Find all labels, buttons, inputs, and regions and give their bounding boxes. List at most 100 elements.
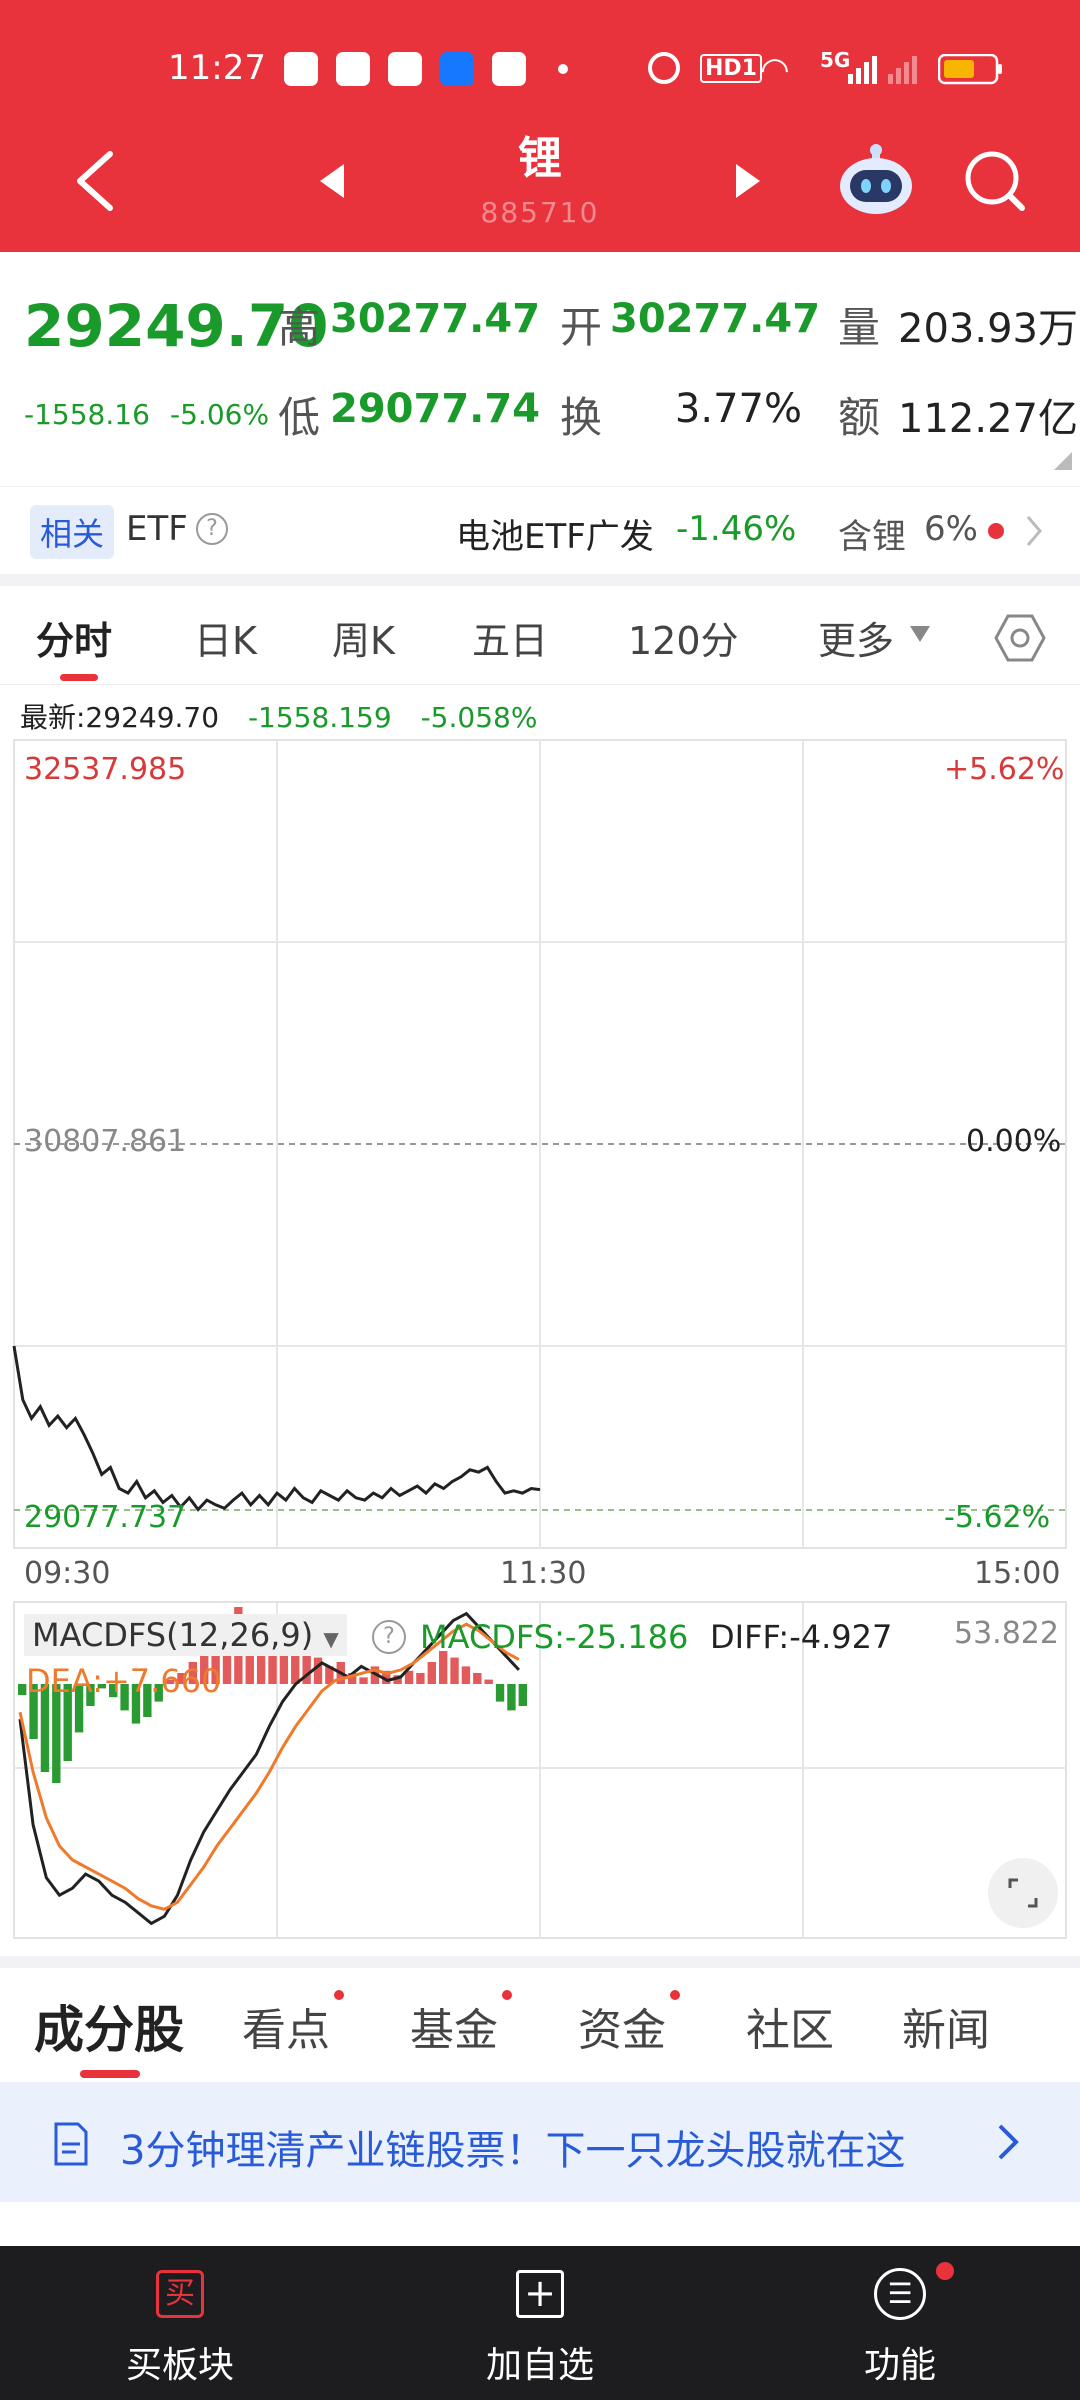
tab-funds[interactable]: 基金: [410, 1994, 498, 2058]
related-tag: 相关: [30, 505, 115, 559]
macd-bar: [507, 1684, 516, 1711]
section-separator: [0, 574, 1080, 586]
buy-icon: 买: [156, 2270, 204, 2318]
add-icon: +: [516, 2270, 564, 2318]
latest-change-pct: -5.058%: [420, 701, 538, 734]
functions-badge: [936, 2262, 954, 2280]
red-dot-icon: [988, 523, 1004, 539]
macd-bar: [495, 1684, 505, 1702]
macd-bar: [416, 1673, 425, 1684]
promo-banner[interactable]: 3分钟理清产业链股票！下一只龙头股就在这: [0, 2082, 1080, 2202]
volume-value: 203.93万: [898, 306, 1078, 352]
x-start-label: 09:30: [24, 1556, 111, 1591]
low-label: 低: [278, 393, 321, 442]
more-dropdown-icon[interactable]: [908, 624, 932, 644]
help-icon[interactable]: ?: [196, 513, 228, 545]
tab-five-day[interactable]: 五日: [472, 610, 548, 665]
next-arrow-icon[interactable]: [732, 162, 762, 200]
status-time: 11:27: [168, 48, 266, 88]
tab-120min[interactable]: 120分: [628, 610, 739, 665]
high-value: 30277.47: [330, 296, 541, 342]
buy-sector-label: 买板块: [125, 2345, 234, 2386]
add-watchlist-label: 加自选: [485, 2345, 594, 2386]
related-etf-row[interactable]: 相关 ETF ? 电池ETF广发 -1.46% 含锂 6%: [0, 486, 1080, 572]
macd-bar: [450, 1657, 459, 1684]
open-label: 开: [560, 303, 603, 352]
macd-bar: [484, 1679, 493, 1684]
add-watchlist-button[interactable]: + 加自选: [440, 2246, 640, 2400]
tab-more[interactable]: 更多: [818, 610, 894, 665]
etf-name: 电池ETF广发: [456, 517, 654, 557]
pct-max-label: +5.62%: [944, 752, 1065, 787]
fullscreen-button[interactable]: [988, 1858, 1058, 1928]
macd-bar: [427, 1662, 436, 1684]
banner-text: 3分钟理清产业链股票！下一只龙头股就在这: [120, 2128, 906, 2174]
functions-button[interactable]: ☰ 功能: [800, 2246, 1000, 2400]
browser-icon: [336, 52, 370, 86]
banner-chevron-icon: [998, 2124, 1019, 2160]
macd-top-label: 53.822: [954, 1616, 1059, 1651]
macdfs-legend: MACDFS:-25.186: [420, 1618, 689, 1656]
holding-label: 含锂: [838, 517, 906, 557]
amount-label: 额: [838, 393, 881, 442]
header-bar: 11:27 HD1 ◠ 5G 锂 885710: [0, 0, 1080, 252]
tab-highlights[interactable]: 看点: [242, 1994, 330, 2058]
tab-news[interactable]: 新闻: [902, 1994, 990, 2058]
functions-label: 功能: [863, 2345, 936, 2386]
tab-capital[interactable]: 资金: [578, 1994, 666, 2058]
latest-label: 最新:29249.70: [20, 701, 220, 734]
page-title: 锂: [518, 133, 562, 184]
search-icon[interactable]: [962, 148, 1028, 216]
volume-label: 量: [838, 303, 881, 352]
tab-daily-k[interactable]: 日K: [194, 610, 257, 665]
toutiao-icon: [284, 52, 318, 86]
tab-constituents[interactable]: 成分股: [34, 1990, 184, 2062]
chevron-right-icon[interactable]: [1024, 515, 1044, 547]
price-change-pct: -5.06%: [170, 398, 270, 431]
robot-assistant-icon[interactable]: [836, 142, 916, 218]
open-value: 30277.47: [610, 296, 821, 342]
battery-icon: [938, 54, 1002, 85]
alipay-icon: [440, 52, 474, 86]
signal-icon: [848, 56, 917, 84]
fullscreen-icon: [1008, 1878, 1038, 1908]
macd-help-icon[interactable]: ?: [372, 1620, 406, 1654]
tab-intraday[interactable]: 分时: [36, 610, 112, 665]
more-notifications-icon: [558, 64, 568, 74]
capital-badge: [670, 1990, 680, 2000]
funds-badge: [502, 1990, 512, 2000]
x-mid-label: 11:30: [500, 1556, 587, 1591]
high-label: 高: [278, 303, 321, 352]
home-app-icon: [388, 52, 422, 86]
bottom-nav: 买 买板块 + 加自选 ☰ 功能: [0, 2246, 1080, 2400]
y-min-label: 29077.737: [24, 1500, 187, 1535]
section-separator-2: [0, 1956, 1080, 1968]
hd-icon: HD1: [700, 54, 762, 83]
macd-title: MACDFS(12,26,9): [32, 1616, 314, 1654]
diff-legend: DIFF:-4.927: [710, 1618, 893, 1656]
turnover-label: 换: [560, 393, 603, 442]
highlights-badge: [334, 1990, 344, 2000]
x-end-label: 15:00: [974, 1556, 1061, 1591]
turnover-value: 3.77%: [674, 386, 802, 432]
tab-community[interactable]: 社区: [746, 1994, 834, 2058]
macd-bar: [313, 1657, 323, 1684]
app-root: 11:27 HD1 ◠ 5G 锂 885710 29249.70 -1558.1…: [0, 0, 1080, 2400]
video-app-icon: [492, 52, 526, 86]
y-max-label: 32537.985: [24, 752, 187, 787]
expand-corner-icon[interactable]: [1054, 452, 1072, 470]
wifi-icon: ◠: [760, 50, 790, 90]
macd-selector[interactable]: MACDFS(12,26,9) ▼: [24, 1614, 347, 1656]
amount-value: 112.27亿: [898, 396, 1078, 442]
price-change: -1558.16: [24, 398, 150, 431]
macd-bar: [359, 1677, 368, 1684]
buy-sector-button[interactable]: 买 买板块: [80, 2246, 280, 2400]
etf-change: -1.46%: [676, 509, 797, 549]
active-tab-indicator: [60, 674, 98, 681]
macd-bar: [473, 1673, 482, 1684]
settings-icon[interactable]: [994, 612, 1046, 664]
tabs-divider: [0, 684, 1080, 685]
tab-weekly-k[interactable]: 周K: [332, 610, 395, 665]
macd-dropdown-icon: ▼: [323, 1627, 339, 1651]
page-subtitle: 885710: [480, 196, 600, 229]
